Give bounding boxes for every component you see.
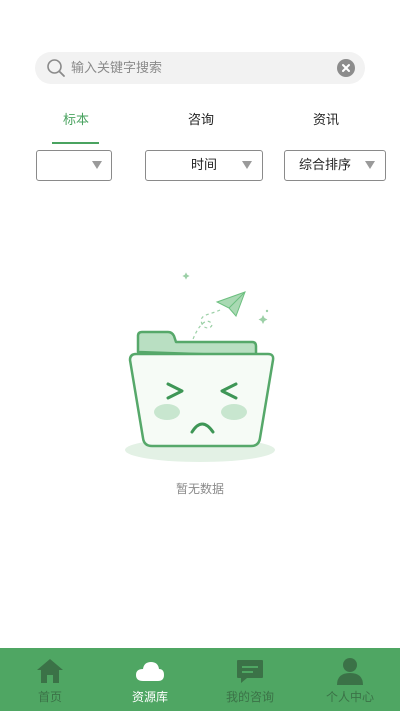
tab-label: 资讯: [312, 113, 339, 128]
tab-specimen[interactable]: 标本: [31, 104, 121, 144]
time-filter-dropdown[interactable]: 时间: [145, 150, 263, 181]
bottom-tabbar: 首页 资源库 我的咨询 个人中心: [0, 648, 400, 711]
clear-icon[interactable]: [337, 59, 355, 77]
home-icon: [37, 659, 63, 683]
filter-label: 综合排序: [298, 158, 351, 173]
search-input[interactable]: [71, 52, 331, 84]
user-icon: [337, 658, 363, 685]
tabbar-label: 资源库: [131, 690, 168, 704]
chat-icon: [237, 660, 263, 683]
category-tabs: 标本 咨询 资讯: [0, 104, 400, 144]
tabbar-item-profile[interactable]: 个人中心: [300, 648, 400, 711]
dropdown-arrow-icon: [92, 161, 102, 169]
sort-filter-dropdown[interactable]: 综合排序: [284, 150, 386, 181]
tabbar-item-my-consult[interactable]: 我的咨询: [200, 648, 300, 711]
dropdown-arrow-icon: [242, 161, 252, 169]
tabbar-label: 我的咨询: [225, 690, 274, 704]
tab-news[interactable]: 资讯: [281, 104, 371, 144]
tabbar-label: 首页: [37, 690, 62, 704]
tabbar-item-resources[interactable]: 资源库: [100, 648, 200, 711]
search-icon: [47, 59, 65, 77]
cloud-icon: [136, 662, 164, 681]
tabbar-label: 个人中心: [325, 690, 374, 704]
empty-state-message: 暂无数据: [175, 482, 224, 496]
active-tab-indicator: [52, 142, 99, 144]
category-filter-dropdown[interactable]: [36, 150, 112, 181]
dropdown-arrow-icon: [365, 161, 375, 169]
tab-label: 标本: [62, 113, 89, 128]
search-bar[interactable]: [35, 52, 365, 84]
tabbar-item-home[interactable]: 首页: [0, 648, 100, 711]
tab-consult[interactable]: 咨询: [156, 104, 246, 144]
tab-label: 咨询: [187, 113, 214, 128]
empty-folder-illustration: [125, 272, 275, 462]
filter-row: 时间 综合排序: [0, 150, 400, 182]
